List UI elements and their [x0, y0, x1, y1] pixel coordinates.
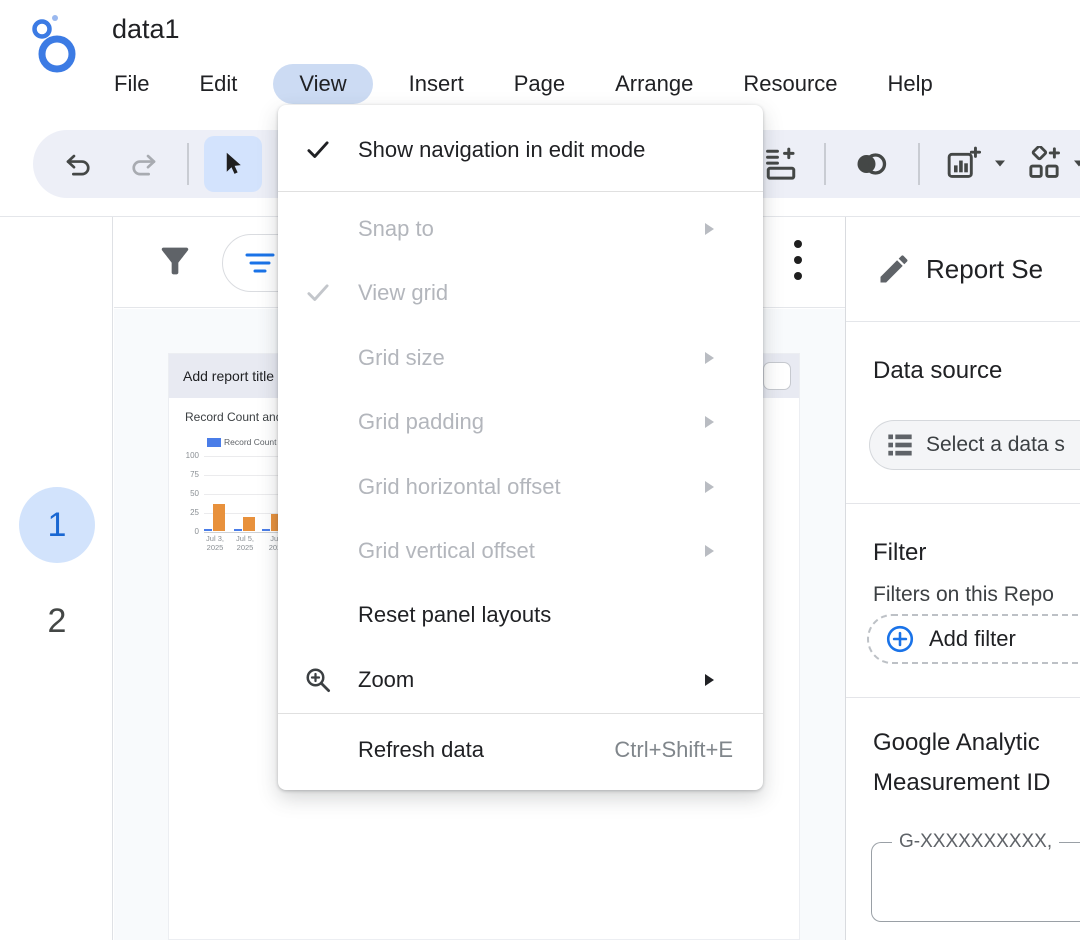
toolbar-separator: [187, 143, 189, 185]
looker-studio-window: data1 File Edit View Insert Page Arrange…: [0, 0, 1080, 940]
y-tick: 100: [171, 451, 199, 460]
menu-view[interactable]: View: [273, 64, 372, 104]
menu-item-view-grid: View grid: [278, 261, 763, 325]
add-filter-button[interactable]: Add filter: [867, 614, 1080, 664]
add-control-icon: [1026, 146, 1062, 182]
report-settings-panel: Report Se Data source Select a data s Fi…: [845, 217, 1080, 940]
y-tick: 25: [171, 508, 199, 517]
toolbar-separator: [918, 143, 920, 185]
redo-icon: [128, 148, 160, 180]
pencil-icon: [876, 251, 912, 287]
add-chart-icon: [945, 146, 981, 182]
menu-item-grid-horizontal-offset: Grid horizontal offset: [278, 455, 763, 519]
menu-page[interactable]: Page: [500, 64, 579, 104]
document-title[interactable]: data1: [112, 14, 180, 45]
x-label: Jul 5,2025: [228, 534, 262, 552]
submenu-arrow-icon: [703, 672, 715, 688]
menu-item-grid-vertical-offset: Grid vertical offset: [278, 519, 763, 583]
menu-insert[interactable]: Insert: [395, 64, 478, 104]
menu-item-show-navigation[interactable]: Show navigation in edit mode: [278, 118, 763, 182]
undo-button[interactable]: [60, 146, 96, 182]
menu-divider: [278, 191, 763, 192]
bar-record-count-1: [204, 529, 212, 531]
view-dropdown-menu: Show navigation in edit mode Snap to Vie…: [278, 105, 763, 790]
add-control-button[interactable]: [1026, 146, 1062, 182]
submenu-arrow-icon: [703, 414, 715, 430]
menubar: File Edit View Insert Page Arrange Resou…: [100, 62, 969, 106]
data-source-list-icon: [886, 432, 914, 458]
select-tool-button[interactable]: [204, 136, 262, 192]
select-data-source-button[interactable]: Select a data s: [869, 420, 1080, 470]
bar-record-count-3: [262, 529, 270, 531]
refresh-data-shortcut: Ctrl+Shift+E: [614, 737, 733, 763]
ga-measurement-id-input[interactable]: G-XXXXXXXXXX,: [871, 842, 1080, 922]
panel-title: Report Se: [926, 254, 1043, 285]
panel-divider: [846, 503, 1080, 504]
legend-swatch-record-count: [207, 438, 221, 447]
submenu-arrow-icon: [703, 221, 715, 237]
add-control-dropdown-caret-icon[interactable]: [1072, 158, 1080, 168]
page-navigation: 1 2: [0, 217, 113, 940]
submenu-arrow-icon: [703, 543, 715, 559]
panel-header: Report Se: [846, 217, 1080, 322]
page-1-button[interactable]: 1: [19, 487, 95, 563]
y-tick: 75: [171, 470, 199, 479]
add-chart-button[interactable]: [945, 146, 981, 182]
bar-record-count-2: [234, 529, 242, 531]
submenu-arrow-icon: [703, 350, 715, 366]
menu-item-reset-panel-layouts[interactable]: Reset panel layouts: [278, 583, 763, 647]
checkmark-icon: [305, 137, 331, 163]
looker-studio-logo-icon: [30, 12, 82, 74]
select-data-source-label: Select a data s: [926, 433, 1065, 457]
canvas-more-options-button[interactable]: [790, 234, 806, 290]
blend-data-button[interactable]: [853, 146, 889, 182]
undo-icon: [62, 148, 94, 180]
menu-item-zoom[interactable]: Zoom: [278, 648, 763, 712]
menu-divider: [278, 713, 763, 714]
submenu-arrow-icon: [703, 479, 715, 495]
legend-label-record-count: Record Count: [224, 437, 276, 447]
date-range-chip[interactable]: [763, 362, 791, 390]
checkmark-icon: [305, 280, 331, 306]
menu-item-grid-size: Grid size: [278, 326, 763, 390]
bar-series2-1: [213, 504, 225, 531]
add-filter-label: Add filter: [929, 626, 1016, 652]
redo-button[interactable]: [126, 146, 162, 182]
y-tick: 50: [171, 489, 199, 498]
menu-item-refresh-data[interactable]: Refresh data Ctrl+Shift+E: [278, 718, 763, 782]
menu-resource[interactable]: Resource: [729, 64, 851, 104]
menu-file[interactable]: File: [100, 64, 163, 104]
filter-lines-icon: [245, 251, 275, 275]
bar-series2-2: [243, 517, 255, 531]
menu-arrange[interactable]: Arrange: [601, 64, 707, 104]
data-source-heading: Data source: [873, 357, 1002, 385]
ga-input-floating-label: G-XXXXXXXXXX,: [892, 831, 1059, 853]
page-2-button[interactable]: 2: [19, 589, 95, 653]
menu-item-snap-to: Snap to: [278, 197, 763, 261]
ga-heading-line2: Measurement ID: [873, 769, 1050, 797]
menu-item-grid-padding: Grid padding: [278, 390, 763, 454]
filter-heading: Filter: [873, 539, 926, 567]
add-page-button[interactable]: [763, 146, 799, 182]
filters-on-report-label: Filters on this Repo: [873, 583, 1054, 607]
y-tick: 0: [171, 527, 199, 536]
menu-help[interactable]: Help: [874, 64, 947, 104]
ga-heading-line1: Google Analytic: [873, 729, 1040, 757]
cursor-icon: [218, 149, 248, 179]
x-label: Jul 3,2025: [198, 534, 232, 552]
plus-circle-icon: [885, 624, 915, 654]
toolbar-separator: [824, 143, 826, 185]
add-chart-dropdown-caret-icon[interactable]: [993, 158, 1007, 168]
filter-funnel-icon[interactable]: [155, 241, 195, 281]
panel-divider: [846, 697, 1080, 698]
menu-edit[interactable]: Edit: [185, 64, 251, 104]
blend-icon: [853, 149, 889, 179]
zoom-in-icon: [303, 665, 333, 695]
add-page-icon: [764, 147, 798, 181]
